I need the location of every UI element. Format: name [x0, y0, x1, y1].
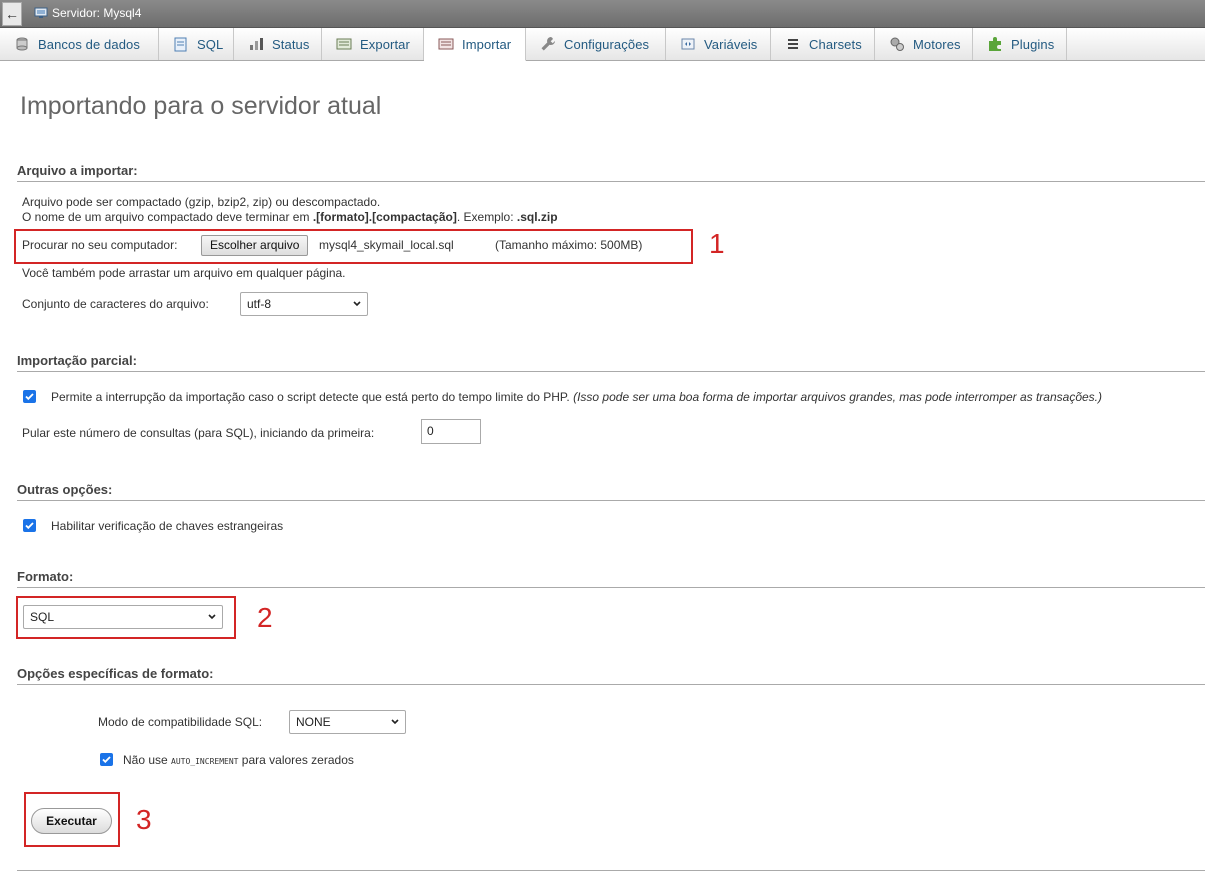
annotation-number-1: 1: [709, 228, 725, 259]
charset-label: Conjunto de caracteres do arquivo:: [22, 297, 209, 311]
status-icon: [250, 38, 263, 50]
sql-icon: [174, 37, 187, 52]
drag-hint: Você também pode arrastar um arquivo em …: [22, 266, 346, 280]
compat-mode-label: Modo de compatibilidade SQL:: [98, 715, 263, 729]
tab-label: Configurações: [564, 36, 650, 52]
wrench-icon: [541, 37, 555, 51]
tab-label: Importar: [462, 36, 512, 52]
file-section-heading: Arquivo a importar:: [17, 163, 1205, 182]
tab-settings[interactable]: Configurações: [526, 28, 666, 60]
compat-mode-select[interactable]: NONE: [289, 710, 406, 734]
execute-button[interactable]: Executar: [31, 808, 112, 834]
selected-file-name: mysql4_skymail_local.sql: [319, 238, 454, 252]
annotation-number-2: 2: [257, 602, 273, 633]
interrupt-note: (Isso pode ser uma boa forma de importar…: [573, 390, 1102, 404]
bottom-divider: [17, 870, 1205, 871]
tab-variables[interactable]: Variáveis: [666, 28, 771, 60]
tab-label: Exportar: [360, 36, 410, 52]
engines-icon: [890, 37, 904, 51]
export-icon: [336, 38, 352, 50]
format-select[interactable]: SQL: [23, 605, 223, 629]
plugin-icon: [989, 37, 1001, 51]
max-size-label: (Tamanho máximo: 500MB): [495, 238, 643, 252]
tab-sql[interactable]: SQL: [159, 28, 234, 60]
tab-label: Variáveis: [704, 36, 758, 52]
skip-queries-input[interactable]: 0: [421, 419, 481, 444]
compression-info: Arquivo pode ser compactado (gzip, bzip2…: [22, 195, 381, 209]
tab-label: Plugins: [1011, 36, 1055, 52]
interrupt-text: Permite a interrupção da importação caso…: [51, 390, 570, 404]
checkmark-icon: [25, 522, 34, 530]
naming-example: .sql.zip: [516, 210, 558, 224]
naming-mid: . Exemplo:: [456, 210, 517, 224]
partial-section-heading: Importação parcial:: [17, 353, 1205, 372]
other-options-heading: Outras opções:: [17, 482, 1205, 501]
interrupt-label: Permite a interrupção da importação caso…: [51, 390, 1102, 404]
tab-databases[interactable]: Bancos de dados: [0, 28, 159, 60]
tab-label: Charsets: [809, 36, 862, 52]
interrupt-checkbox[interactable]: [23, 390, 36, 403]
tab-plugins[interactable]: Plugins: [973, 28, 1067, 60]
charset-value: utf-8: [247, 297, 272, 311]
compression-naming-info: O nome de um arquivo compactado deve ter…: [22, 210, 558, 224]
ai-prefix: Não use: [123, 753, 172, 767]
checkmark-icon: [102, 756, 111, 764]
foreign-keys-label: Habilitar verificação de chaves estrange…: [51, 519, 284, 533]
foreign-keys-checkbox[interactable]: [23, 519, 36, 532]
server-breadcrumb[interactable]: Servidor: Mysql4: [34, 6, 141, 20]
tab-label: SQL: [197, 36, 224, 52]
format-value: SQL: [30, 610, 55, 624]
tab-export[interactable]: Exportar: [322, 28, 424, 60]
import-icon: [438, 38, 454, 50]
tab-charsets[interactable]: Charsets: [771, 28, 875, 60]
server-icon: [34, 7, 48, 18]
chevron-down-icon: [208, 614, 216, 620]
ai-code: AUTO_INCREMENT: [171, 757, 239, 766]
main-tabs: Bancos de dados SQL Status Exportar Impo…: [0, 28, 1205, 61]
chevron-down-icon: [391, 719, 399, 725]
format-options-heading: Opções específicas de formato:: [17, 666, 1205, 685]
naming-prefix: O nome de um arquivo compactado deve ter…: [22, 210, 313, 224]
naming-format: .[formato].[compactação]: [312, 210, 457, 224]
charsets-icon: [788, 39, 798, 49]
auto-increment-label: Não use AUTO_INCREMENT para valores zera…: [123, 753, 354, 767]
charset-select[interactable]: utf-8: [240, 292, 368, 316]
page-title: Importando para o servidor atual: [20, 92, 382, 120]
compat-mode-value: NONE: [296, 715, 331, 729]
choose-file-button[interactable]: Escolher arquivo: [201, 235, 309, 256]
chevron-down-icon: [353, 301, 361, 307]
server-bar: ← Servidor: Mysql4: [0, 0, 1205, 28]
tab-status[interactable]: Status: [234, 28, 322, 60]
browse-label: Procurar no seu computador:: [22, 238, 178, 252]
tab-label: Bancos de dados: [38, 36, 140, 52]
tab-label: Motores: [913, 36, 961, 52]
skip-queries-label: Pular este número de consultas (para SQL…: [22, 426, 375, 440]
annotation-number-3: 3: [136, 804, 152, 835]
auto-increment-checkbox[interactable]: [100, 753, 113, 766]
database-icon: [16, 37, 28, 51]
back-arrow-icon[interactable]: ←: [2, 2, 22, 26]
ai-suffix: para valores zerados: [238, 753, 354, 767]
format-heading: Formato:: [17, 569, 1205, 588]
tab-engines[interactable]: Motores: [875, 28, 973, 60]
checkmark-icon: [25, 393, 34, 401]
variables-icon: [681, 38, 695, 50]
tab-label: Status: [272, 36, 310, 52]
server-label: Servidor: Mysql4: [52, 6, 142, 20]
tab-import[interactable]: Importar: [424, 28, 526, 61]
